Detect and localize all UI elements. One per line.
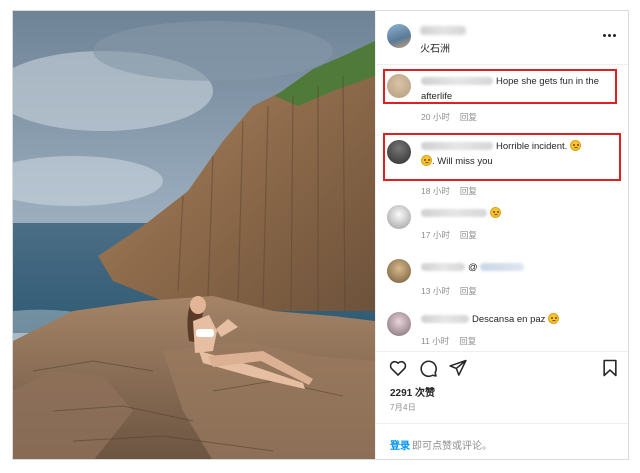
- heart-icon[interactable]: [388, 358, 408, 378]
- comment-text: Descansa en paz: [421, 312, 601, 327]
- commenter-avatar[interactable]: [387, 259, 411, 283]
- author-avatar[interactable]: [387, 24, 411, 48]
- post-location[interactable]: 火石洲: [420, 40, 450, 55]
- comment-meta: 18 小时 回复: [421, 185, 487, 197]
- commenter-avatar[interactable]: [387, 205, 411, 229]
- comment-time: 17 小时: [421, 230, 450, 240]
- comment-time: 11 小时: [421, 336, 450, 346]
- comment-item: 17 小时 回复: [376, 201, 628, 241]
- login-prompt-text: 即可点赞或评论。: [412, 441, 492, 452]
- comment-item: @ 13 小时 回复: [376, 255, 628, 297]
- more-options-icon[interactable]: [602, 28, 616, 42]
- commenter-username-blurred[interactable]: [421, 209, 487, 218]
- reply-button[interactable]: 回复: [459, 336, 476, 346]
- bookmark-icon[interactable]: [600, 358, 620, 378]
- commenter-username-blurred[interactable]: [421, 263, 465, 272]
- reply-button[interactable]: 回复: [460, 230, 477, 240]
- sad-face-emoji: [548, 313, 560, 324]
- comment-icon[interactable]: [418, 358, 438, 378]
- login-prompt: 登录 即可点赞或评论。: [376, 423, 628, 459]
- comment-time: 20 小时: [421, 112, 450, 122]
- comment-text: [421, 206, 601, 221]
- comment-meta: 20 小时 回复: [421, 111, 487, 123]
- comment-meta: 13 小时 回复: [421, 285, 487, 297]
- like-count[interactable]: 2291 次赞: [390, 384, 435, 399]
- post-window: 火石洲 Hope she gets fun in the afterlife 2…: [12, 10, 629, 460]
- comment-time: 18 小时: [421, 186, 450, 196]
- comment-item: Descansa en paz 11 小时 回复: [376, 309, 628, 349]
- post-date: 7月4日: [390, 403, 417, 412]
- send-icon[interactable]: [448, 358, 468, 378]
- comment-meta: 17 小时 回复: [421, 229, 487, 241]
- comment-time: 13 小时: [421, 286, 450, 296]
- commenter-username-blurred[interactable]: [421, 315, 469, 324]
- comment-text: @: [421, 260, 601, 275]
- post-photo[interactable]: [13, 11, 375, 459]
- commenter-avatar[interactable]: [387, 312, 411, 336]
- highlight-box: [383, 133, 621, 181]
- action-bar: [376, 351, 628, 378]
- reply-button[interactable]: 回复: [460, 112, 477, 122]
- comment-content: Descansa en paz: [472, 314, 549, 325]
- post-side-panel: 火石洲 Hope she gets fun in the afterlife 2…: [375, 11, 628, 459]
- post-header: 火石洲: [376, 11, 628, 65]
- comment-meta: 11 小时 回复: [421, 335, 486, 347]
- comment-content: @: [468, 262, 478, 273]
- author-username-blurred[interactable]: [420, 26, 466, 35]
- sad-face-emoji: [490, 207, 501, 218]
- mentioned-user-blurred[interactable]: [479, 263, 524, 272]
- login-link[interactable]: 登录: [390, 437, 410, 452]
- reply-button[interactable]: 回复: [460, 286, 477, 296]
- photo-illustration: [13, 11, 375, 459]
- highlight-box: [383, 69, 617, 104]
- reply-button[interactable]: 回复: [460, 186, 477, 196]
